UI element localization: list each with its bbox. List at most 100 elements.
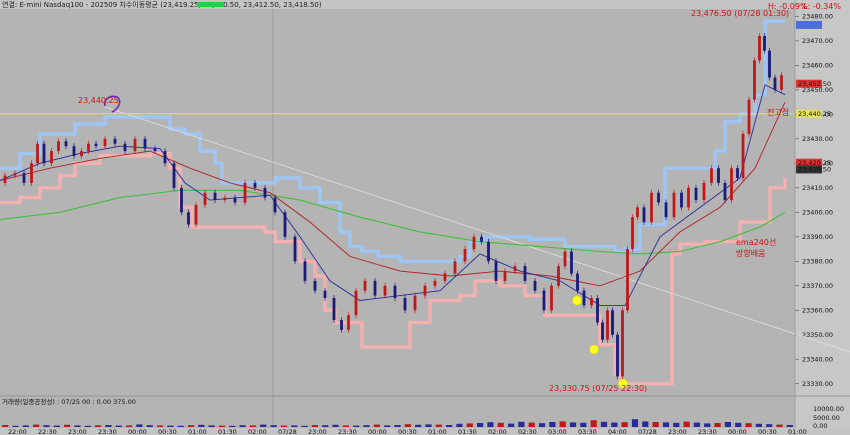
volume-bar <box>497 422 504 427</box>
price-candle <box>463 249 467 262</box>
x-tick-label: 07/28 <box>278 428 297 435</box>
price-candle <box>494 261 498 281</box>
price-candle <box>293 236 297 262</box>
price-candle <box>657 192 660 203</box>
price-candle <box>472 236 476 250</box>
previous-high-annotation: 전고점 <box>767 107 789 117</box>
price-candle <box>180 187 183 213</box>
price-candle <box>717 168 720 183</box>
x-tick-label: 04:00 <box>608 428 627 435</box>
price-candle <box>94 143 98 147</box>
price-candle <box>642 207 646 223</box>
price-candle <box>113 138 117 144</box>
price-candle <box>50 151 53 164</box>
volume-bar <box>64 424 71 427</box>
chart-window: 연결: E-mini Nasdaq100 - 202509 차수이동평균 (23… <box>0 0 850 435</box>
volume-bar <box>167 425 174 427</box>
price-candle <box>741 133 745 179</box>
volume-bar <box>559 421 566 427</box>
volume-bar <box>673 422 680 427</box>
price-candle <box>672 192 676 218</box>
volume-bar <box>735 422 742 427</box>
price-candle <box>3 175 7 183</box>
price-candle <box>80 151 83 156</box>
x-tick-label: 02:00 <box>248 428 267 435</box>
y-tick-label: 23460.00 <box>802 62 833 70</box>
volume-bar <box>84 425 91 427</box>
volume-bar <box>435 424 442 427</box>
y-tick-label: 23370.00 <box>802 282 833 290</box>
volume-bar <box>353 425 360 427</box>
price-candle <box>203 192 207 205</box>
volume-bar <box>662 422 670 427</box>
volume-bar <box>538 423 546 427</box>
price-candle <box>313 280 317 291</box>
price-candle <box>153 148 157 152</box>
volume-bar <box>394 425 401 427</box>
price-candle <box>72 146 76 156</box>
price-candle <box>702 182 706 201</box>
price-candle <box>413 295 417 311</box>
price-candle <box>57 141 60 152</box>
price-candle <box>323 290 327 299</box>
x-tick-label: 23:30 <box>698 428 717 435</box>
price-chart: 연결: E-mini Nasdaq100 - 202509 차수이동평균 (23… <box>0 0 850 435</box>
price-candle <box>570 251 573 274</box>
volume-bar <box>714 423 721 427</box>
x-tick-label: 01:00 <box>188 428 207 435</box>
red-badge-top-text: 23,452.50 <box>798 80 831 88</box>
x-tick-label: 23:30 <box>338 428 357 435</box>
price-candle <box>563 251 567 267</box>
price-candle <box>773 77 777 90</box>
volume-bar <box>311 425 318 427</box>
price-candle <box>443 273 447 281</box>
volume-bar <box>549 422 556 427</box>
volume-bar <box>322 425 329 427</box>
price-candle <box>233 197 237 203</box>
volume-bar <box>363 425 370 427</box>
volume-bar <box>342 425 349 427</box>
price-plot-area <box>0 9 795 396</box>
black-badge-text: 23,419.50 <box>798 166 831 174</box>
price-candle <box>373 280 377 296</box>
price-candle <box>433 280 437 286</box>
volume-bar <box>724 422 731 427</box>
price-candle <box>636 207 639 218</box>
volume-bar <box>125 425 133 427</box>
price-candle <box>123 143 127 152</box>
price-candle <box>273 197 277 213</box>
low-change-label: L: -0.34% <box>803 2 841 11</box>
price-candle <box>780 75 783 90</box>
volume-bar <box>53 425 60 427</box>
price-candle <box>64 141 68 147</box>
price-candle <box>664 202 668 218</box>
price-candle <box>596 298 599 323</box>
price-candle <box>606 310 609 340</box>
x-tick-label: 01:00 <box>428 428 447 435</box>
x-tick-label: 02:30 <box>518 428 537 435</box>
volume-bar <box>94 425 102 427</box>
volume-bar <box>229 425 236 427</box>
volume-bar <box>600 421 608 427</box>
volume-bar <box>22 425 29 427</box>
price-candle <box>163 151 167 164</box>
price-candle <box>523 266 527 281</box>
volume-bar <box>115 425 122 427</box>
price-candle <box>616 334 619 377</box>
price-candle <box>601 322 604 340</box>
price-candle <box>710 168 713 183</box>
highlight-marker <box>572 295 582 306</box>
price-candle <box>22 173 26 183</box>
price-candle <box>403 298 407 311</box>
price-candle <box>263 187 267 198</box>
volume-bar <box>105 425 112 427</box>
volume-bar <box>43 425 50 427</box>
volume-bar <box>198 424 205 427</box>
price-candle <box>680 192 683 208</box>
volume-bar <box>652 422 659 427</box>
price-candle <box>332 298 336 321</box>
volume-bar <box>239 425 246 427</box>
price-candle <box>730 168 733 201</box>
volume-bar <box>477 423 484 427</box>
price-candle <box>611 310 614 335</box>
